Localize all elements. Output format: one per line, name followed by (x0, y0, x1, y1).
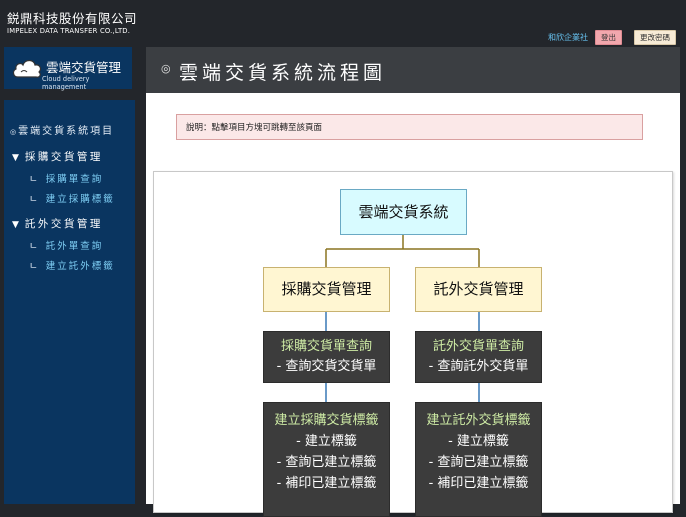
flow-node-title: 建立託外交貨標籤 (426, 413, 531, 428)
sidebar-group-label: 採購交貨管理 (24, 151, 103, 163)
page-title: 雲端交貨系統流程圖 (179, 62, 387, 84)
sidebar-item-label: 託外單查詢 (45, 241, 104, 252)
sidebar-item-label: 建立託外標籤 (45, 261, 115, 272)
triangle-down-icon: ▼ (12, 220, 19, 230)
cloud-icon (12, 59, 41, 78)
sidebar-item-label: 建立採購標籤 (45, 194, 115, 205)
flow-node-line: - 建立標籤 (448, 434, 509, 449)
nav-header-label: 雲端交貨系統項目 (18, 126, 115, 137)
company-english-name: IMPELEX DATA TRANSFER CO.,LTD. (7, 27, 131, 35)
nav-bullet-icon: ◎ (10, 128, 17, 136)
flow-node-line: - 查詢託外交貨單 (428, 359, 529, 374)
flow-node-outsource-query[interactable]: 託外交貨單查詢 - 查詢託外交貨單 (415, 331, 542, 383)
nav-header: ◎ 雲端交貨系統項目 (10, 122, 114, 137)
notice-text: 說明：點擊項目方塊可跳轉至該頁面 (186, 123, 323, 133)
flow-node-line: - 補印已建立標籤 (428, 476, 529, 491)
flow-node-line: - 補印已建立標籤 (276, 476, 377, 491)
company-name: 鋭鼎科技股份有限公司 (7, 11, 138, 26)
flowchart: 雲端交貨系統 採購交貨管理 託外交貨管理 採購交貨單查詢 - 查詢交貨交貨單 託… (153, 171, 673, 517)
sidebar-item-label: 採購單查詢 (45, 174, 104, 185)
logo-title: 雲端交貨管理 (46, 60, 122, 75)
flow-node-outsource-label[interactable]: 建立託外交貨標籤 - 建立標籤 - 查詢已建立標籤 - 補印已建立標籤 (415, 402, 542, 517)
flow-node-root[interactable]: 雲端交貨系統 (340, 189, 467, 235)
flow-node-purchase-management[interactable]: 採購交貨管理 (263, 267, 390, 312)
sidebar-item-outsource-query[interactable]: ㄴ託外單查詢 (29, 238, 103, 252)
flow-node-purchase-label[interactable]: 建立採購交貨標籤 - 建立標籤 - 查詢已建立標籤 - 補印已建立標籤 (263, 402, 390, 517)
sidebar-group-label: 託外交貨管理 (24, 218, 103, 230)
flow-node-title: 採購交貨單查詢 (280, 339, 372, 354)
page-title-bar: ◎ 雲端交貨系統流程圖 (146, 47, 680, 93)
sidebar-logo[interactable]: 雲端交貨管理 Cloud delivery management (4, 47, 132, 91)
main-content: 說明：點擊項目方塊可跳轉至該頁面 雲端交貨系統 採購交貨管理 託外交貨管理 採購… (146, 93, 680, 517)
flow-node-line: - 查詢已建立標籤 (276, 455, 377, 470)
flow-node-line: - 建立標籤 (296, 434, 357, 449)
flow-node-outsource-management[interactable]: 託外交貨管理 (415, 267, 542, 312)
branch-icon: ㄴ (29, 261, 38, 272)
triangle-down-icon: ▼ (12, 153, 19, 163)
flow-node-purchase-query[interactable]: 採購交貨單查詢 - 查詢交貨交貨單 (263, 331, 390, 383)
flow-node-line: - 查詢已建立標籤 (428, 455, 529, 470)
branch-icon: ㄴ (29, 241, 38, 252)
flow-node-line: - 查詢交貨交貨單 (276, 359, 377, 374)
sidebar-group-purchase[interactable]: ▼ 採購交貨管理 (12, 149, 103, 164)
flow-node-title: 建立採購交貨標籤 (274, 413, 379, 428)
logo-subtitle: Cloud delivery management (42, 75, 90, 91)
title-bullet-icon: ◎ (161, 62, 171, 75)
sidebar-item-purchase-query[interactable]: ㄴ採購單查詢 (29, 171, 103, 185)
change-password-button[interactable]: 更改密碼 (634, 30, 676, 45)
sidebar-group-outsource[interactable]: ▼ 託外交貨管理 (12, 216, 103, 231)
sidebar-item-purchase-label[interactable]: ㄴ建立採購標籤 (29, 191, 115, 205)
sidebar-nav: ◎ 雲端交貨系統項目 ▼ 採購交貨管理 ㄴ採購單查詢 ㄴ建立採購標籤 ▼ 託外交貨管理… (4, 100, 135, 504)
sidebar-item-outsource-label[interactable]: ㄴ建立託外標籤 (29, 258, 115, 272)
flow-node-title: 託外交貨單查詢 (432, 339, 524, 354)
branch-icon: ㄴ (29, 174, 38, 185)
notice-box: 說明：點擊項目方塊可跳轉至該頁面 (176, 114, 643, 140)
branch-icon: ㄴ (29, 194, 38, 205)
logout-button[interactable]: 登出 (595, 30, 622, 45)
user-name: 和欣企業社 (548, 33, 588, 42)
